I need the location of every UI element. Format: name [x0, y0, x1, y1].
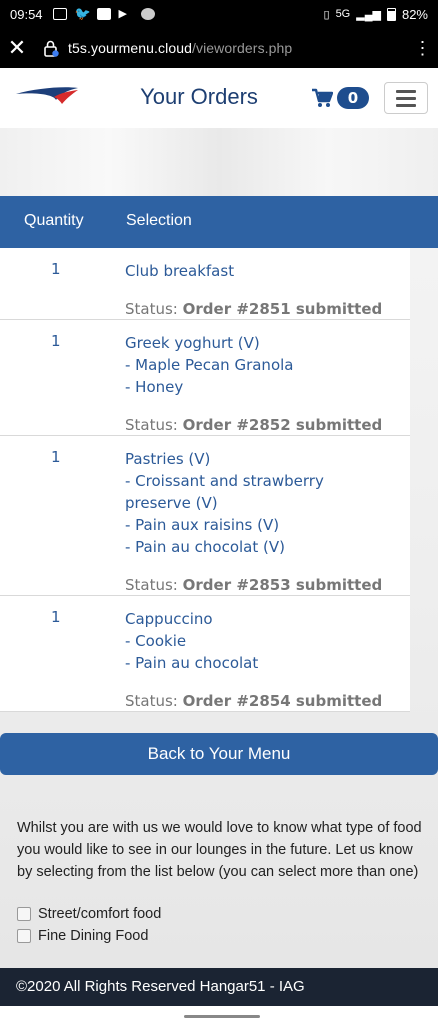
site-footer: ©2020 All Rights Reserved Hangar51 - IAG: [0, 968, 438, 1006]
order-item: - Pain aux raisins (V): [125, 516, 280, 534]
street-food-checkbox[interactable]: [17, 907, 31, 921]
cart-icon: [312, 88, 333, 107]
order-selection: Club breakfast Status: Order #2851 submi…: [125, 260, 410, 320]
survey-option-label: Fine Dining Food: [38, 928, 149, 944]
order-quantity: 1: [51, 332, 61, 350]
order-item: - Cookie: [125, 632, 187, 650]
message-icon: [52, 8, 67, 20]
notification-icons: 🐦 ▶: [52, 6, 155, 21]
browser-address-bar: ✕ t5s.yourmenu.cloud/vieworders.php ⋮: [0, 28, 438, 68]
back-to-menu-button[interactable]: Back to Your Menu: [0, 733, 438, 775]
order-row: 1 Cappuccino - Cookie - Pain au chocolat…: [0, 596, 410, 712]
more-vert-icon[interactable]: ⋮: [408, 38, 438, 59]
gesture-handle[interactable]: [184, 1015, 260, 1018]
order-item: Club breakfast: [125, 262, 235, 280]
youtube-icon: [96, 8, 111, 20]
order-item: Pastries (V): [125, 450, 211, 468]
order-quantity: 1: [51, 260, 61, 278]
order-status: Status: Order #2851 submitted: [125, 300, 383, 318]
vibrate-icon: ▯: [323, 8, 330, 21]
cart-button[interactable]: 0: [311, 87, 369, 109]
status-time: 09:54: [10, 6, 43, 22]
order-status: Status: Order #2853 submitted: [125, 576, 383, 594]
signal-icon: ▂▄▆: [356, 8, 381, 21]
selection-column-header: Selection: [126, 212, 192, 229]
order-item: - Honey: [125, 378, 184, 396]
orders-table-header: Quantity Selection: [0, 196, 438, 248]
hamburger-icon: [396, 89, 416, 93]
order-status: Status: Order #2852 submitted: [125, 416, 383, 434]
order-row: 1 Club breakfast Status: Order #2851 sub…: [0, 248, 410, 320]
battery-icon: [386, 7, 396, 21]
url-path: /vieworders.php: [191, 40, 293, 56]
order-quantity: 1: [51, 608, 61, 626]
battery-level: 82%: [401, 6, 428, 22]
status-bar: 09:54 🐦 ▶ ▯ 5G ▂▄▆ 82%: [0, 0, 438, 28]
order-row: 1 Pastries (V) - Croissant and strawberr…: [0, 436, 410, 596]
order-status: Status: Order #2854 submitted: [125, 692, 383, 710]
survey-option-fine-dining[interactable]: Fine Dining Food: [17, 925, 427, 947]
order-selection: Pastries (V) - Croissant and strawberry …: [125, 448, 382, 596]
site-header: Your Orders 0: [0, 68, 438, 128]
order-selection: Cappuccino - Cookie - Pain au chocolat S…: [125, 608, 410, 712]
lock-icon[interactable]: [40, 37, 62, 59]
url-host: t5s.yourmenu.cloud: [68, 40, 192, 56]
survey-text: Whilst you are with us we would love to …: [17, 820, 422, 880]
network-label: 5G: [335, 8, 351, 20]
twitter-icon: 🐦: [74, 6, 91, 21]
survey-option-label: Street/comfort food: [38, 906, 162, 922]
play-icon: ▶: [118, 8, 128, 20]
cart-count-badge: 0: [337, 87, 369, 109]
order-row: 1 Greek yoghurt (V) - Maple Pecan Granol…: [0, 320, 410, 436]
order-item: - Maple Pecan Granola: [125, 356, 294, 374]
fine-dining-checkbox[interactable]: [17, 929, 31, 943]
app-icon: [140, 8, 155, 20]
order-quantity: 1: [51, 448, 61, 466]
order-item: Cappuccino: [125, 610, 213, 628]
order-selection: Greek yoghurt (V) - Maple Pecan Granola …: [125, 332, 410, 436]
gesture-bar: [0, 1006, 438, 1023]
order-item: - Croissant and strawberry preserve (V): [125, 472, 324, 512]
quantity-column-header: Quantity: [24, 212, 84, 229]
order-item: - Pain au chocolat: [125, 654, 259, 672]
order-item: Greek yoghurt (V): [125, 334, 260, 352]
url-field[interactable]: t5s.yourmenu.cloud/vieworders.php: [68, 40, 292, 56]
survey-option-street-food[interactable]: Street/comfort food: [17, 903, 427, 925]
hero-background: [0, 128, 438, 196]
food-survey: Whilst you are with us we would love to …: [17, 817, 427, 947]
hamburger-menu-button[interactable]: [384, 82, 428, 114]
close-icon[interactable]: ✕: [0, 28, 34, 68]
orders-list: 1 Club breakfast Status: Order #2851 sub…: [0, 248, 410, 712]
order-item: - Pain au chocolat (V): [125, 538, 285, 556]
